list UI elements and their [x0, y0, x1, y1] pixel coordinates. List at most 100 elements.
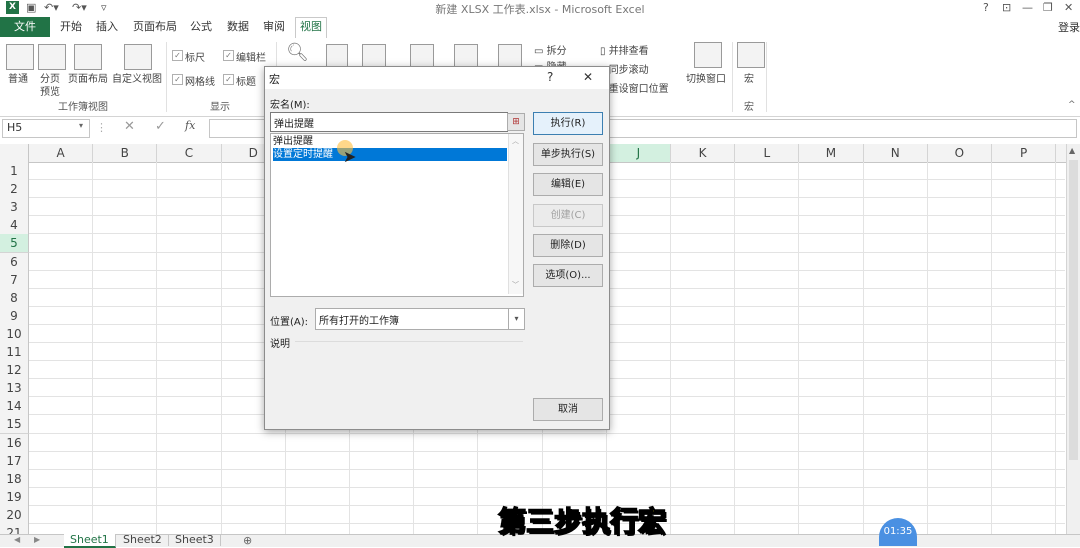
- switch-windows-icon[interactable]: [694, 42, 722, 68]
- row-header-3[interactable]: 3: [0, 198, 29, 218]
- help-icon[interactable]: ?: [983, 1, 989, 14]
- chevron-down-icon[interactable]: ▾: [79, 121, 83, 130]
- row-header-11[interactable]: 11: [0, 343, 29, 362]
- zoom-icon[interactable]: 🔍︎: [286, 42, 309, 63]
- create-button[interactable]: 创建(C): [533, 204, 603, 227]
- formula-bar-checkbox[interactable]: ✓: [223, 50, 234, 61]
- row-header-19[interactable]: 19: [0, 487, 29, 507]
- collapse-dialog-icon[interactable]: ⊞: [507, 113, 525, 131]
- headings-label: 标题: [236, 77, 256, 88]
- row-header-12[interactable]: 12: [0, 361, 29, 381]
- macros-icon[interactable]: [737, 42, 765, 68]
- cancel-icon[interactable]: ✕: [124, 119, 135, 134]
- close-icon[interactable]: ✕: [1064, 1, 1073, 14]
- column-header-k[interactable]: K: [671, 144, 736, 162]
- column-header-o[interactable]: O: [928, 144, 992, 162]
- row-header-4[interactable]: 4: [0, 216, 29, 236]
- macro-list[interactable]: 弹出提醒 设置定时提醒 ︿ ﹀: [270, 133, 524, 297]
- column-header-j[interactable]: J: [606, 144, 671, 162]
- page-layout-view-icon[interactable]: [74, 44, 102, 70]
- dialog-help-icon[interactable]: ?: [547, 70, 553, 84]
- login-link[interactable]: 登录: [1058, 19, 1080, 35]
- headings-checkbox[interactable]: ✓: [223, 74, 234, 85]
- column-header-a[interactable]: A: [29, 144, 94, 162]
- location-select[interactable]: 所有打开的工作簿 ▾: [315, 308, 525, 330]
- sheet-tab-2[interactable]: Sheet2: [117, 534, 169, 546]
- column-header-b[interactable]: B: [93, 144, 158, 162]
- delete-button[interactable]: 删除(D): [533, 234, 603, 257]
- run-button[interactable]: 执行(R): [533, 112, 603, 135]
- row-header-8[interactable]: 8: [0, 288, 29, 308]
- normal-view-label[interactable]: 普通: [8, 70, 28, 85]
- column-header-l[interactable]: L: [735, 144, 800, 162]
- row-header-7[interactable]: 7: [0, 270, 29, 290]
- macro-name-input[interactable]: 弹出提醒: [270, 112, 508, 132]
- row-header-15[interactable]: 15: [0, 415, 29, 435]
- gridlines-checkbox[interactable]: ✓: [172, 74, 183, 85]
- row-header-13[interactable]: 13: [0, 379, 29, 399]
- tab-page-layout[interactable]: 页面布局: [129, 18, 181, 36]
- row-header-2[interactable]: 2: [0, 180, 29, 200]
- ribbon-display-icon[interactable]: ⊡: [1002, 1, 1011, 14]
- collapse-ribbon-icon[interactable]: ^: [1068, 100, 1076, 110]
- tab-view[interactable]: 视图: [295, 17, 327, 39]
- row-header-5[interactable]: 5: [0, 234, 29, 254]
- side-by-side-button[interactable]: ▯ 并排查看: [600, 42, 649, 57]
- new-sheet-icon[interactable]: ⊕: [243, 534, 252, 547]
- row-header-10[interactable]: 10: [0, 324, 29, 344]
- column-header-m[interactable]: M: [799, 144, 864, 162]
- reset-position-button[interactable]: ▯ 重设窗口位置: [600, 80, 669, 95]
- tab-review[interactable]: 审阅: [259, 18, 289, 36]
- normal-view-icon[interactable]: [6, 44, 34, 70]
- row-header-14[interactable]: 14: [0, 397, 29, 417]
- column-header-p[interactable]: P: [992, 144, 1057, 162]
- ruler-checkbox[interactable]: ✓: [172, 50, 183, 61]
- insert-function-icon[interactable]: fx: [185, 119, 195, 132]
- options-button[interactable]: 选项(O)...: [533, 264, 603, 287]
- cancel-button[interactable]: 取消: [533, 398, 603, 421]
- tab-data[interactable]: 数据: [223, 18, 253, 36]
- select-all-button[interactable]: [0, 144, 29, 163]
- list-scrollbar[interactable]: ︿ ﹀: [508, 134, 523, 294]
- tab-formulas[interactable]: 公式: [186, 18, 216, 36]
- scroll-down-icon[interactable]: ﹀: [512, 280, 519, 290]
- dialog-close-icon[interactable]: ✕: [583, 70, 593, 84]
- row-header-18[interactable]: 18: [0, 469, 29, 489]
- page-layout-view-label[interactable]: 页面布局: [68, 70, 108, 85]
- tab-file[interactable]: 文件: [0, 17, 50, 37]
- list-item-macro-2[interactable]: 设置定时提醒: [273, 148, 507, 161]
- custom-views-icon[interactable]: [124, 44, 152, 70]
- chevron-down-icon[interactable]: ▾: [508, 309, 524, 329]
- page-break-icon[interactable]: [38, 44, 66, 70]
- vertical-scrollbar[interactable]: ▲: [1066, 144, 1080, 534]
- column-header-n[interactable]: N: [864, 144, 928, 162]
- enter-icon[interactable]: ✓: [155, 119, 166, 134]
- custom-views-label[interactable]: 自定义视图: [112, 70, 162, 85]
- column-header-c[interactable]: C: [157, 144, 222, 162]
- scroll-up-icon[interactable]: ▲: [1069, 146, 1075, 155]
- split-button[interactable]: ▭ 拆分: [534, 42, 567, 57]
- scroll-up-icon[interactable]: ︿: [512, 136, 519, 146]
- step-into-button[interactable]: 单步执行(S): [533, 143, 603, 166]
- edit-button[interactable]: 编辑(E): [533, 173, 603, 196]
- switch-windows-label[interactable]: 切换窗口: [686, 70, 726, 85]
- sheet-nav-prev-icon[interactable]: ◀: [14, 535, 20, 544]
- tab-home[interactable]: 开始: [56, 18, 86, 36]
- list-item-macro-1[interactable]: 弹出提醒: [273, 135, 507, 148]
- row-header-20[interactable]: 20: [0, 505, 29, 525]
- row-header-6[interactable]: 6: [0, 252, 29, 272]
- row-header-9[interactable]: 9: [0, 306, 29, 326]
- page-break-label-2[interactable]: 预览: [40, 83, 60, 98]
- sheet-tab-3[interactable]: Sheet3: [169, 534, 221, 546]
- sheet-nav-next-icon[interactable]: ▶: [34, 535, 40, 544]
- name-box[interactable]: H5 ▾: [2, 119, 90, 138]
- restore-icon[interactable]: ❐: [1043, 1, 1053, 14]
- minimize-icon[interactable]: —: [1022, 1, 1033, 14]
- row-header-1[interactable]: 1: [0, 162, 29, 181]
- row-header-16[interactable]: 16: [0, 433, 29, 453]
- macros-label[interactable]: 宏: [744, 70, 754, 85]
- scroll-thumb[interactable]: [1069, 160, 1078, 460]
- sync-scroll-label: 同步滚动: [608, 65, 649, 76]
- row-header-17[interactable]: 17: [0, 451, 29, 471]
- tab-insert[interactable]: 插入: [92, 18, 122, 36]
